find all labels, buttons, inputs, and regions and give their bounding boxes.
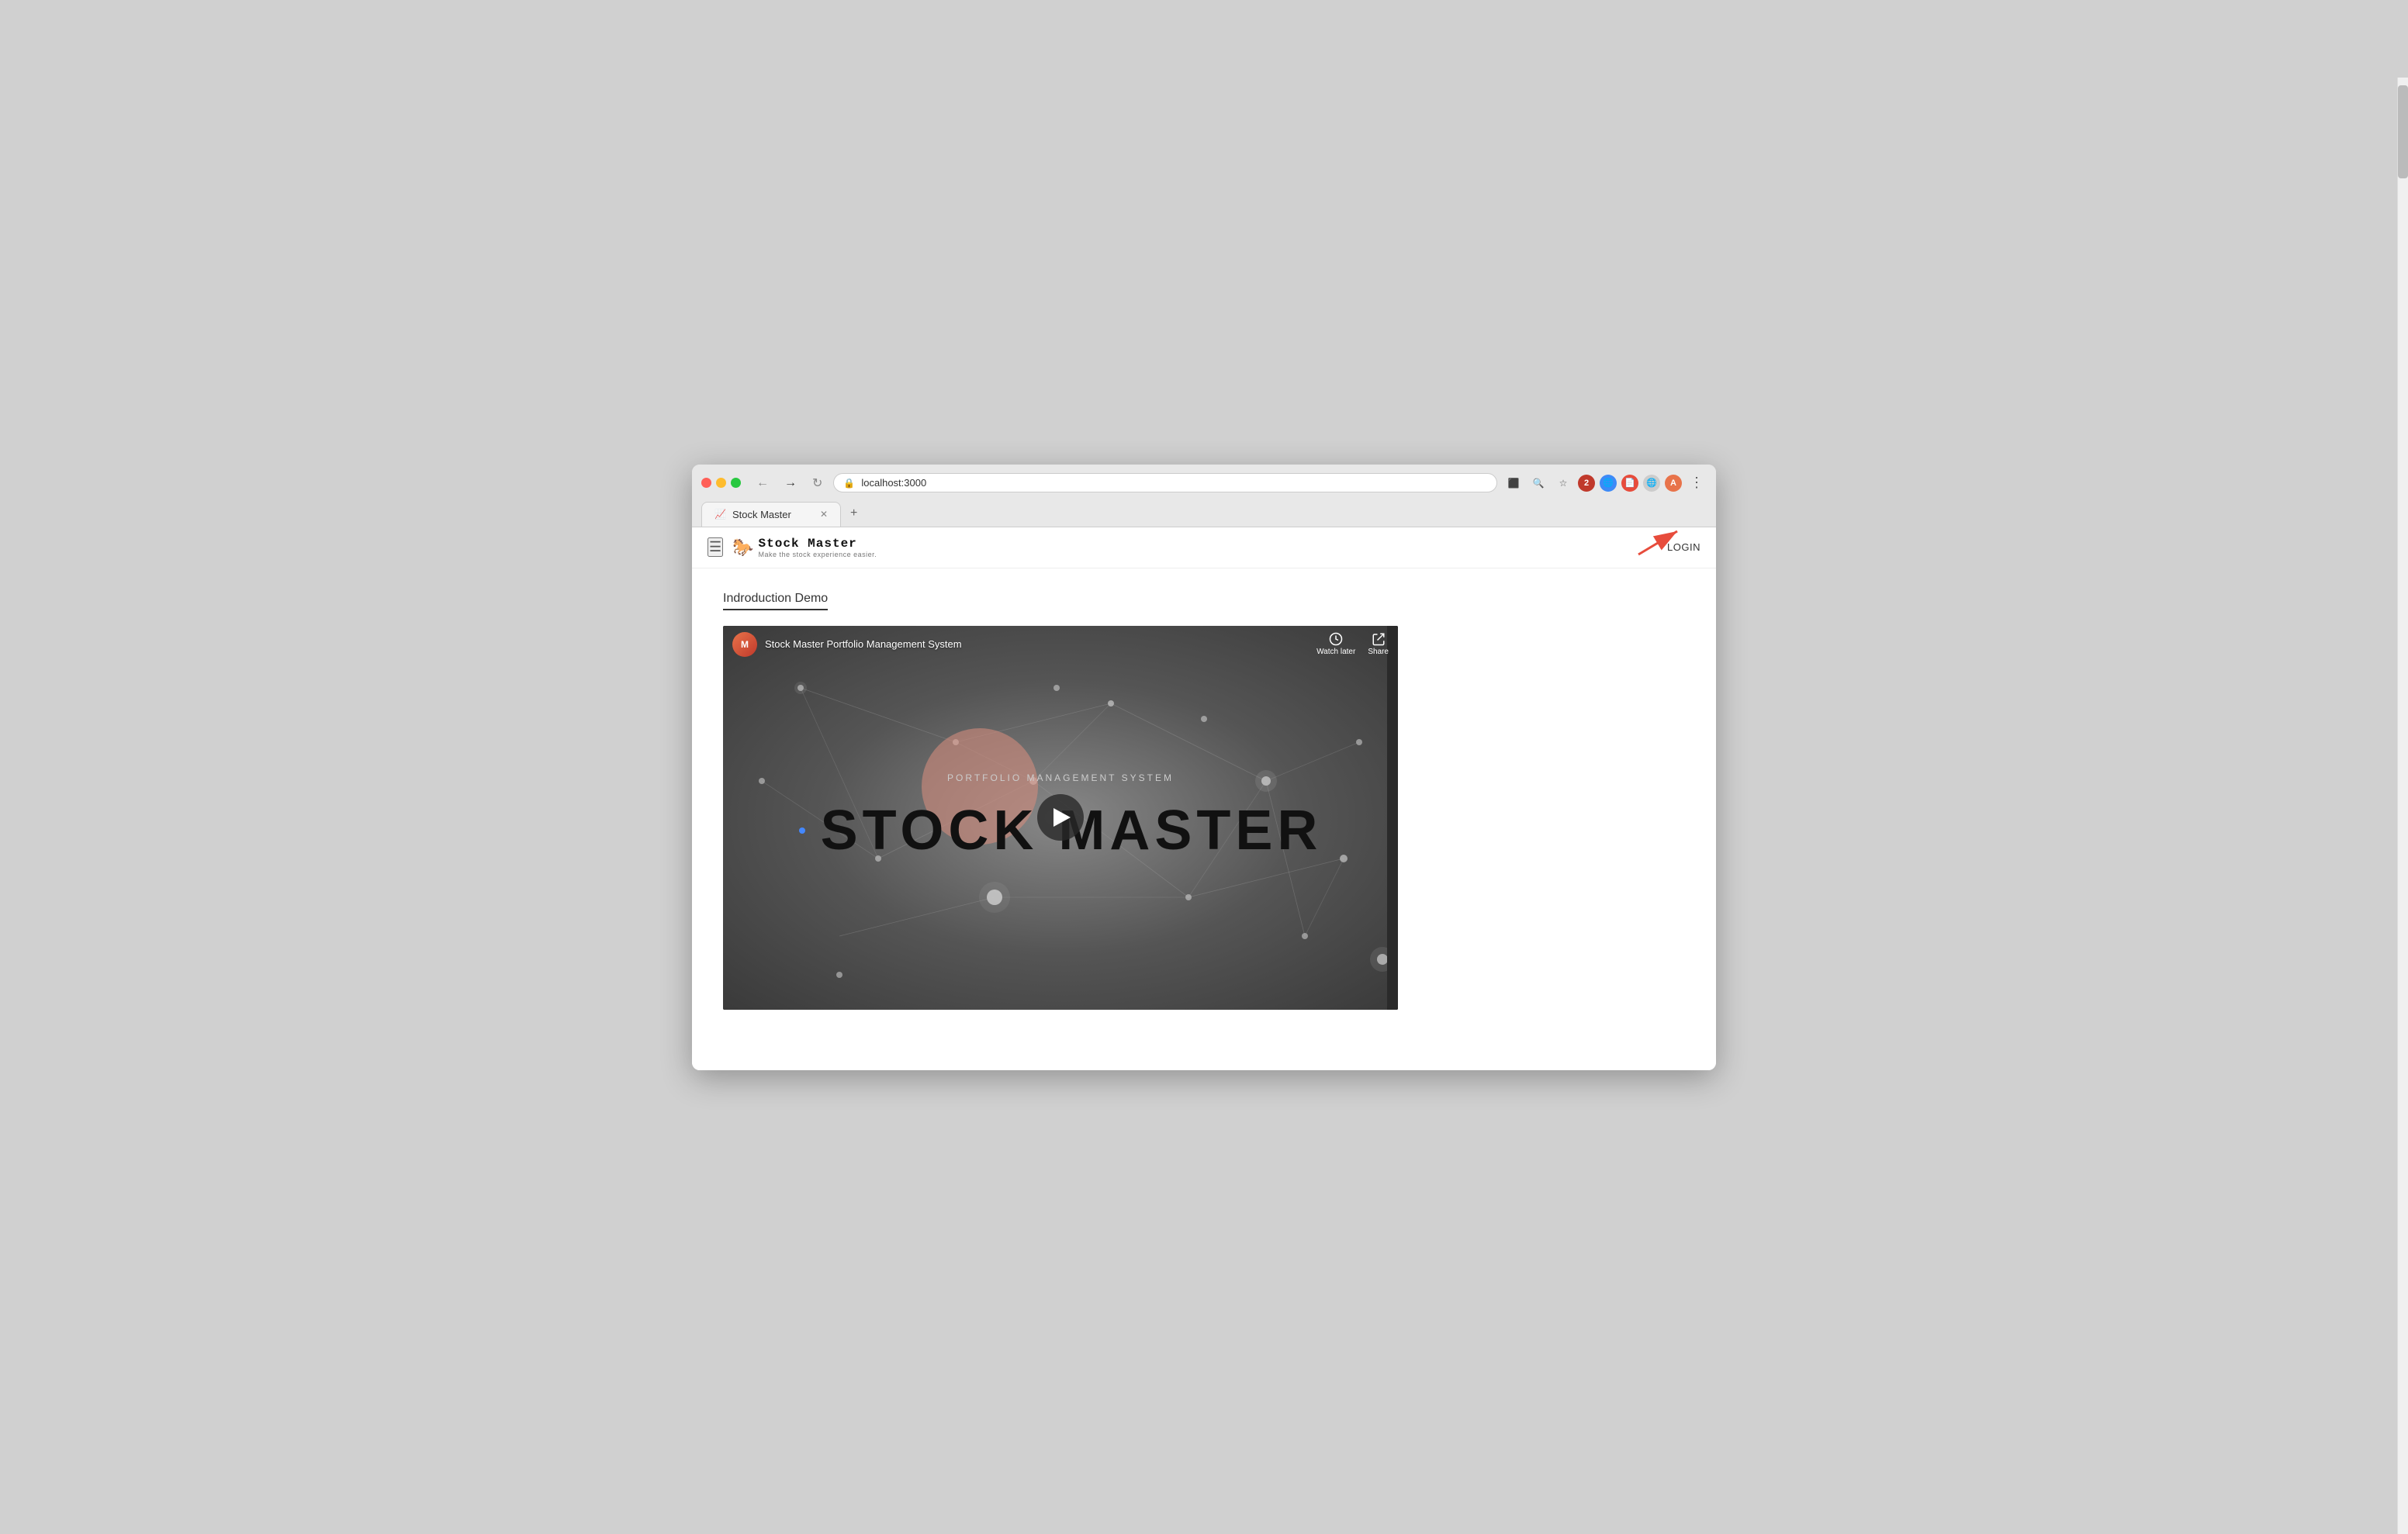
minimize-button[interactable] xyxy=(716,478,726,488)
logo-text: Stock Master Make the stock experience e… xyxy=(759,537,877,558)
bookmark-icon[interactable]: ☆ xyxy=(1553,473,1573,493)
play-triangle-icon xyxy=(1054,808,1071,827)
browser-extensions: ⬛ 🔍 ☆ 2 🌐 📄 🌐 A ⋮ xyxy=(1503,473,1707,493)
logo-title: Stock Master xyxy=(759,537,877,551)
login-button[interactable]: LOGIN xyxy=(1667,541,1700,553)
forward-button[interactable]: → xyxy=(780,473,801,493)
extension-2-icon[interactable]: 🌐 xyxy=(1600,475,1617,492)
address-bar: 🔒 xyxy=(833,473,1497,492)
new-tab-button[interactable]: + xyxy=(841,500,867,527)
tab-favicon: 📈 xyxy=(714,509,726,520)
blue-dot-decoration xyxy=(799,827,805,834)
window-controls xyxy=(701,478,741,488)
portfolio-label: PORTFOLIO MANAGEMENT SYSTEM xyxy=(947,772,1174,783)
active-tab[interactable]: 📈 Stock Master ✕ xyxy=(701,502,841,527)
watch-later-button[interactable]: Watch later xyxy=(1316,632,1355,656)
video-background: PORTFOLIO MANAGEMENT SYSTEM STOCK MASTER xyxy=(723,626,1398,1010)
search-icon[interactable]: 🔍 xyxy=(1528,473,1548,493)
share-icon xyxy=(1372,632,1386,646)
video-header: M Stock Master Portfolio Management Syst… xyxy=(723,626,1398,663)
refresh-button[interactable]: ↻ xyxy=(808,472,827,494)
tab-bar: 📈 Stock Master ✕ + xyxy=(701,500,1707,527)
avatar-text: M xyxy=(741,639,749,650)
video-top-controls: Watch later Share xyxy=(1316,632,1389,656)
clock-icon xyxy=(1329,632,1343,646)
logo-subtitle: Make the stock experience easier. xyxy=(759,551,877,558)
url-input[interactable] xyxy=(861,477,1487,489)
video-title: Stock Master Portfolio Management System xyxy=(765,638,962,650)
lock-icon: 🔒 xyxy=(843,478,855,489)
video-container[interactable]: M Stock Master Portfolio Management Syst… xyxy=(723,626,1398,1010)
share-button[interactable]: Share xyxy=(1368,632,1389,656)
back-button[interactable]: ← xyxy=(752,473,773,493)
hamburger-menu-button[interactable]: ☰ xyxy=(708,537,723,557)
section-title: Indroduction Demo xyxy=(723,592,828,610)
more-options-button[interactable]: ⋮ xyxy=(1687,473,1707,493)
video-right-edge xyxy=(1387,626,1398,1010)
extension-3-icon[interactable]: 📄 xyxy=(1621,475,1638,492)
channel-avatar: M xyxy=(732,632,757,657)
tab-close-button[interactable]: ✕ xyxy=(820,509,828,520)
profile-icon[interactable]: A xyxy=(1665,475,1682,492)
extension-1-icon[interactable]: 2 xyxy=(1578,475,1595,492)
title-bar: ← → ↻ 🔒 ⬛ 🔍 ☆ 2 🌐 📄 🌐 A ⋮ xyxy=(692,465,1716,527)
app-navbar: ☰ 🐎 Stock Master Make the stock experien… xyxy=(692,527,1716,568)
share-label: Share xyxy=(1368,648,1389,656)
translate-icon[interactable]: ⬛ xyxy=(1503,473,1524,493)
close-button[interactable] xyxy=(701,478,711,488)
extension-4-icon[interactable]: 🌐 xyxy=(1643,475,1660,492)
watch-later-label: Watch later xyxy=(1316,648,1355,656)
app-logo: 🐎 Stock Master Make the stock experience… xyxy=(732,537,877,558)
maximize-button[interactable] xyxy=(731,478,741,488)
browser-window: ← → ↻ 🔒 ⬛ 🔍 ☆ 2 🌐 📄 🌐 A ⋮ xyxy=(692,465,1716,1070)
main-content: Indroduction Demo M Stock Master Portfol… xyxy=(692,568,1716,1033)
logo-icon: 🐎 xyxy=(732,537,753,558)
tab-title: Stock Master xyxy=(732,509,791,520)
play-button[interactable] xyxy=(1037,794,1084,841)
page-content: ☰ 🐎 Stock Master Make the stock experien… xyxy=(692,527,1716,1070)
